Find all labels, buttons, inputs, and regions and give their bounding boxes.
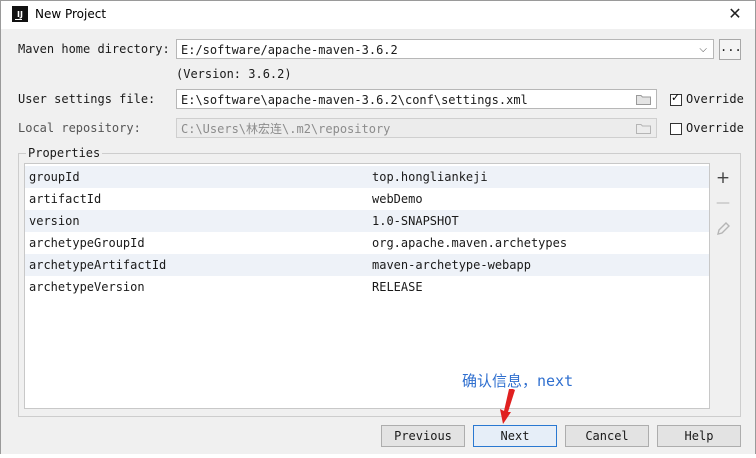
local-repo-override-label: Override <box>686 121 744 135</box>
property-value: webDemo <box>372 192 423 206</box>
new-project-dialog: IJ New Project ✕ Maven home directory: E… <box>0 0 756 456</box>
property-value: maven-archetype-webapp <box>372 258 531 272</box>
local-repo-override-checkbox[interactable] <box>670 123 682 135</box>
help-button[interactable]: Help <box>657 425 741 447</box>
local-repo-label: Local repository: <box>18 121 141 135</box>
property-key: archetypeArtifactId <box>29 258 167 272</box>
property-key: version <box>29 214 80 228</box>
property-value: top.hongliankeji <box>372 170 488 184</box>
properties-title: Properties <box>26 146 103 160</box>
close-icon[interactable]: ✕ <box>723 3 747 25</box>
version-hint: (Version: 3.6.2) <box>176 67 292 81</box>
property-value: org.apache.maven.archetypes <box>372 236 568 250</box>
table-row[interactable]: artifactId webDemo <box>25 188 709 210</box>
user-settings-label: User settings file: <box>18 92 156 106</box>
table-row[interactable]: archetypeGroupId org.apache.maven.archet… <box>25 232 709 254</box>
checkmark-icon: ✓ <box>671 91 681 104</box>
intellij-app-icon: IJ <box>12 6 28 22</box>
window-title: New Project <box>35 7 107 21</box>
table-row[interactable]: groupId top.hongliankeji <box>25 166 709 188</box>
property-key: archetypeVersion <box>29 280 145 294</box>
cancel-button[interactable]: Cancel <box>565 425 649 447</box>
user-settings-override-label: Override <box>686 92 744 106</box>
annotation-arrow-icon <box>500 389 515 424</box>
maven-home-combobox[interactable]: E:/software/apache-maven-3.6.2 ⌵ <box>176 39 714 59</box>
title-bar: IJ New Project ✕ <box>1 1 755 29</box>
maven-home-value: E:/software/apache-maven-3.6.2 <box>181 43 398 57</box>
local-repo-value: C:\Users\林宏连\.m2\repository <box>181 122 391 136</box>
table-row[interactable]: archetypeArtifactId maven-archetype-weba… <box>25 254 709 276</box>
property-key: groupId <box>29 170 80 184</box>
chevron-down-icon[interactable]: ⌵ <box>699 40 707 58</box>
previous-button[interactable]: Previous <box>381 425 465 447</box>
property-key: artifactId <box>29 192 102 206</box>
background-strip <box>0 454 756 458</box>
user-settings-override-checkbox[interactable]: ✓ <box>670 91 682 106</box>
next-button[interactable]: Next <box>473 425 557 447</box>
table-row[interactable]: archetypeVersion RELEASE <box>25 276 709 298</box>
user-settings-value: E:\software\apache-maven-3.6.2\conf\sett… <box>181 93 528 107</box>
properties-table: groupId top.hongliankeji artifactId webD… <box>24 163 710 409</box>
table-row[interactable]: version 1.0-SNAPSHOT <box>25 210 709 232</box>
edit-icon[interactable] <box>713 219 733 239</box>
property-value: RELEASE <box>372 280 423 294</box>
folder-icon <box>636 124 651 134</box>
plus-icon[interactable]: + <box>713 168 733 188</box>
property-key: archetypeGroupId <box>29 236 145 250</box>
local-repo-field: C:\Users\林宏连\.m2\repository <box>176 118 657 138</box>
folder-icon[interactable] <box>636 94 651 105</box>
browse-button[interactable]: ... <box>719 39 742 60</box>
minus-icon[interactable]: — <box>713 193 733 213</box>
property-value: 1.0-SNAPSHOT <box>372 214 459 228</box>
user-settings-field[interactable]: E:\software\apache-maven-3.6.2\conf\sett… <box>176 89 657 109</box>
maven-home-label: Maven home directory: <box>18 42 170 56</box>
